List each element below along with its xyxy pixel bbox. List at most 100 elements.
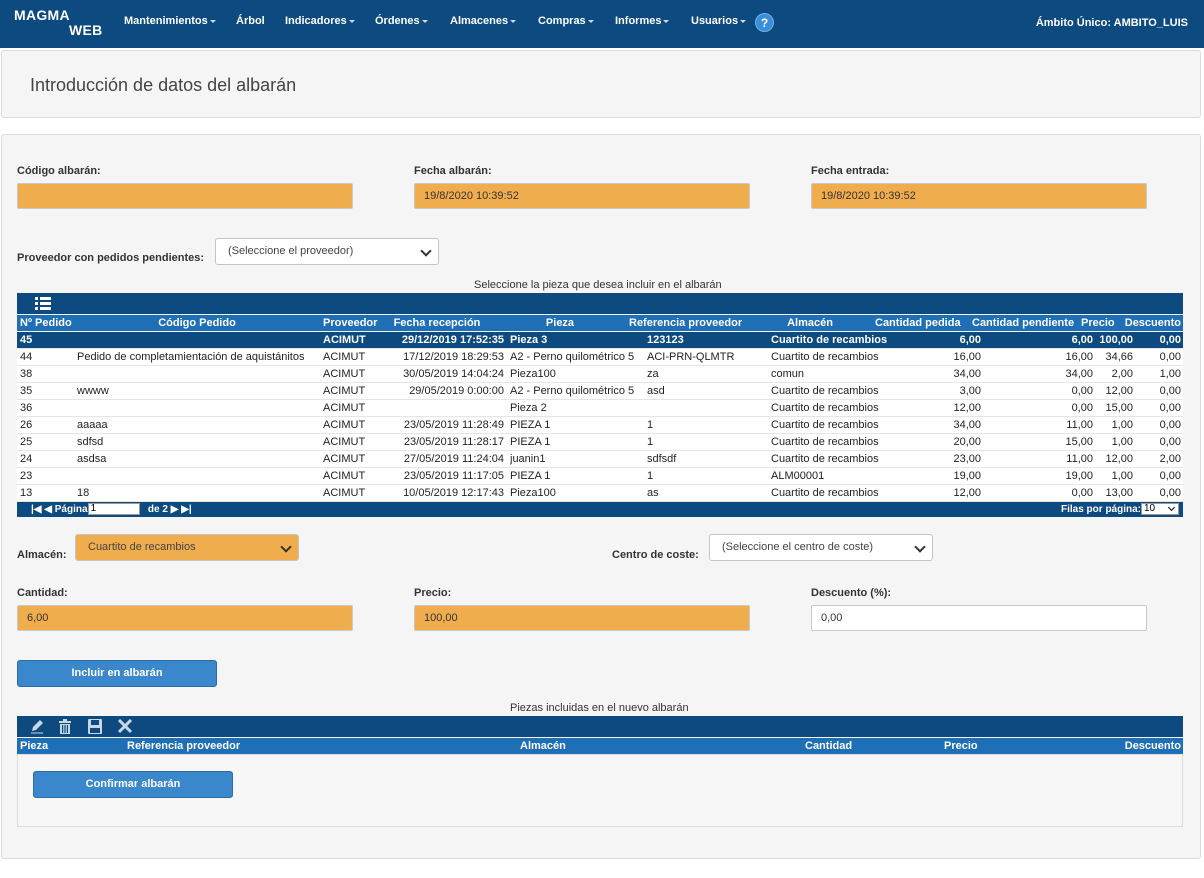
col-header[interactable]: Cantidad pendiente [972, 315, 1080, 331]
fecha-albaran-input[interactable]: 19/8/2020 10:39:52 [414, 183, 750, 209]
delete-icon[interactable] [57, 719, 73, 734]
nav-mantenimientos-label: Mantenimientos [124, 15, 208, 27]
table-cell: 20,00 [953, 436, 981, 448]
nav-compras[interactable]: Compras [538, 15, 594, 27]
col-header[interactable]: Descuento [1097, 738, 1181, 754]
include-in-albaran-button[interactable]: Incluir en albarán [17, 660, 217, 687]
table-cell: 1 [647, 470, 654, 482]
first-page-icon[interactable]: |◀ [31, 504, 42, 515]
prev-page-icon[interactable]: ◀ [44, 504, 52, 515]
logo-text-web: WEB [69, 22, 103, 38]
centro-coste-select[interactable]: (Seleccione el centro de coste) [709, 534, 933, 561]
table-cell: 23,00 [953, 453, 981, 465]
table-cell: 3,00 [959, 385, 981, 397]
table-cell: 0,00 [1159, 351, 1181, 363]
nav-indicadores[interactable]: Indicadores [285, 15, 355, 27]
table-cell: Pedido de completamientación de aquistán… [77, 351, 305, 363]
table-cell: ACIMUT [323, 470, 366, 482]
table-cell [77, 366, 322, 383]
table-cell: Cuartito de recambios [771, 385, 879, 397]
next-page-icon[interactable]: ▶ [171, 504, 179, 515]
rows-per-page-label: Filas por página: [1060, 504, 1141, 515]
pending-grid-caption: Seleccione la pieza que desea incluir en… [474, 279, 722, 291]
table-cell: 0,00 [1071, 402, 1093, 414]
table-cell: 24 [20, 453, 33, 465]
table-row[interactable]: 13 18 ACIMUT 10/05/2019 12:17:43 Pieza100 as C… [17, 485, 1183, 502]
table-cell: 123123 [647, 334, 684, 346]
nav-informes[interactable]: Informes [615, 15, 670, 27]
table-cell: 44 [20, 351, 33, 363]
table-row[interactable]: 23 ACIMUT 23/05/2019 11:17:05 PIEZA 1 1 ALM00… [17, 468, 1183, 485]
table-cell: 0,00 [1159, 402, 1181, 414]
table-cell: 29/05/2019 0:00:00 [409, 385, 504, 397]
last-page-icon[interactable]: ▶| [181, 504, 192, 515]
top-navbar: MAGMA WEB Mantenimientos Árbol Indicador… [0, 0, 1204, 48]
table-cell: 12,00 [1105, 385, 1133, 397]
fecha-entrada-label: Fecha entrada: [811, 165, 890, 177]
edit-icon[interactable] [29, 719, 45, 734]
proveedor-select[interactable]: (Seleccione el proveedor) [215, 238, 439, 265]
table-cell: 34,66 [1105, 351, 1133, 363]
col-header[interactable]: Cantidad pedida [875, 315, 967, 331]
table-cell: A2 - Perno quilométrico 5 [510, 385, 635, 397]
rows-per-page-select[interactable]: 10 [1141, 503, 1179, 516]
nav-ordenes[interactable]: Órdenes [375, 15, 428, 27]
table-cell: 0,00 [1071, 385, 1093, 397]
col-header[interactable]: Precio [1081, 315, 1119, 331]
fecha-entrada-input[interactable]: 19/8/2020 10:39:52 [811, 183, 1147, 209]
table-cell: PIEZA 1 [510, 419, 551, 431]
nav-compras-label: Compras [538, 15, 586, 27]
descuento-input[interactable]: 0,00 [811, 605, 1147, 631]
precio-input[interactable]: 100,00 [414, 605, 750, 631]
save-icon[interactable] [87, 719, 103, 734]
table-row[interactable]: 24 asdsa ACIMUT 27/05/2019 11:24:04 juanin1 s… [17, 451, 1183, 468]
nav-almacenes-label: Almacenes [450, 15, 509, 27]
col-header[interactable]: Cantidad [805, 738, 885, 754]
confirm-albaran-button[interactable]: Confirmar albarán [33, 771, 233, 798]
centro-coste-label: Centro de coste: [612, 549, 699, 561]
col-header[interactable]: Precio [944, 738, 1004, 754]
codigo-albaran-input[interactable] [17, 183, 353, 209]
table-cell: 23/05/2019 11:17:05 [403, 470, 504, 482]
table-row[interactable]: 38 ACIMUT 30/05/2019 14:04:24 Pieza100 za com… [17, 366, 1183, 383]
table-row[interactable]: 44 Pedido de completamientación de aquist… [17, 349, 1183, 366]
nav-usuarios[interactable]: Usuarios [691, 15, 747, 27]
col-header[interactable]: Pieza [493, 315, 627, 331]
col-header[interactable]: Proveedor [323, 315, 387, 331]
nav-almacenes[interactable]: Almacenes [450, 15, 517, 27]
table-cell: ACIMUT [323, 402, 366, 414]
caret-down-icon [348, 19, 355, 23]
col-header[interactable]: Referencia proveedor [629, 315, 753, 331]
table-cell: Cuartito de recambios [771, 334, 888, 346]
table-cell: ACIMUT [323, 436, 366, 448]
table-cell: 0,00 [1159, 385, 1181, 397]
nav-mantenimientos[interactable]: Mantenimientos [124, 15, 216, 27]
table-cell: as [647, 487, 659, 499]
table-cell: ACIMUT [323, 385, 366, 397]
table-row[interactable]: 25 sdfsd ACIMUT 23/05/2019 11:28:17 PIEZA 1 1… [17, 434, 1183, 451]
scope-label[interactable]: Ámbito Único: AMBITO_LUIS [1036, 17, 1188, 29]
help-icon[interactable]: ? [755, 13, 774, 32]
col-header[interactable]: Descuento [1121, 315, 1181, 331]
cantidad-input[interactable]: 6,00 [17, 605, 353, 631]
app-logo[interactable]: MAGMA WEB [14, 8, 102, 37]
table-cell: 1,00 [1111, 436, 1133, 448]
table-row[interactable]: 26 aaaaa ACIMUT 23/05/2019 11:28:49 PIEZA 1 1… [17, 417, 1183, 434]
nav-arbol[interactable]: Árbol [236, 15, 265, 27]
table-row[interactable]: 45 ACIMUT 29/12/2019 17:52:35 Pieza 3 123123… [17, 332, 1183, 349]
col-header[interactable]: Pieza [20, 738, 80, 754]
table-row[interactable]: 35 wwww ACIMUT 29/05/2019 0:00:00 A2 - Perno… [17, 383, 1183, 400]
page-number-input[interactable]: 1 [87, 503, 140, 516]
col-header[interactable]: Referencia proveedor [127, 738, 327, 754]
cancel-icon[interactable] [117, 719, 133, 734]
col-header[interactable]: Código Pedido [77, 315, 317, 331]
table-cell: 1 [647, 419, 654, 431]
table-cell: ACIMUT [323, 334, 366, 346]
col-header[interactable]: Fecha recepción [385, 315, 489, 331]
col-header[interactable]: Almacén [520, 738, 620, 754]
table-row[interactable]: 36 ACIMUT Pieza 2 Cuartito de recambios 12,0… [17, 400, 1183, 417]
list-icon[interactable] [35, 296, 51, 311]
table-cell: 34,00 [953, 368, 981, 380]
almacen-select[interactable]: Cuartito de recambios [75, 534, 299, 561]
col-header[interactable]: Almacén [753, 315, 867, 331]
